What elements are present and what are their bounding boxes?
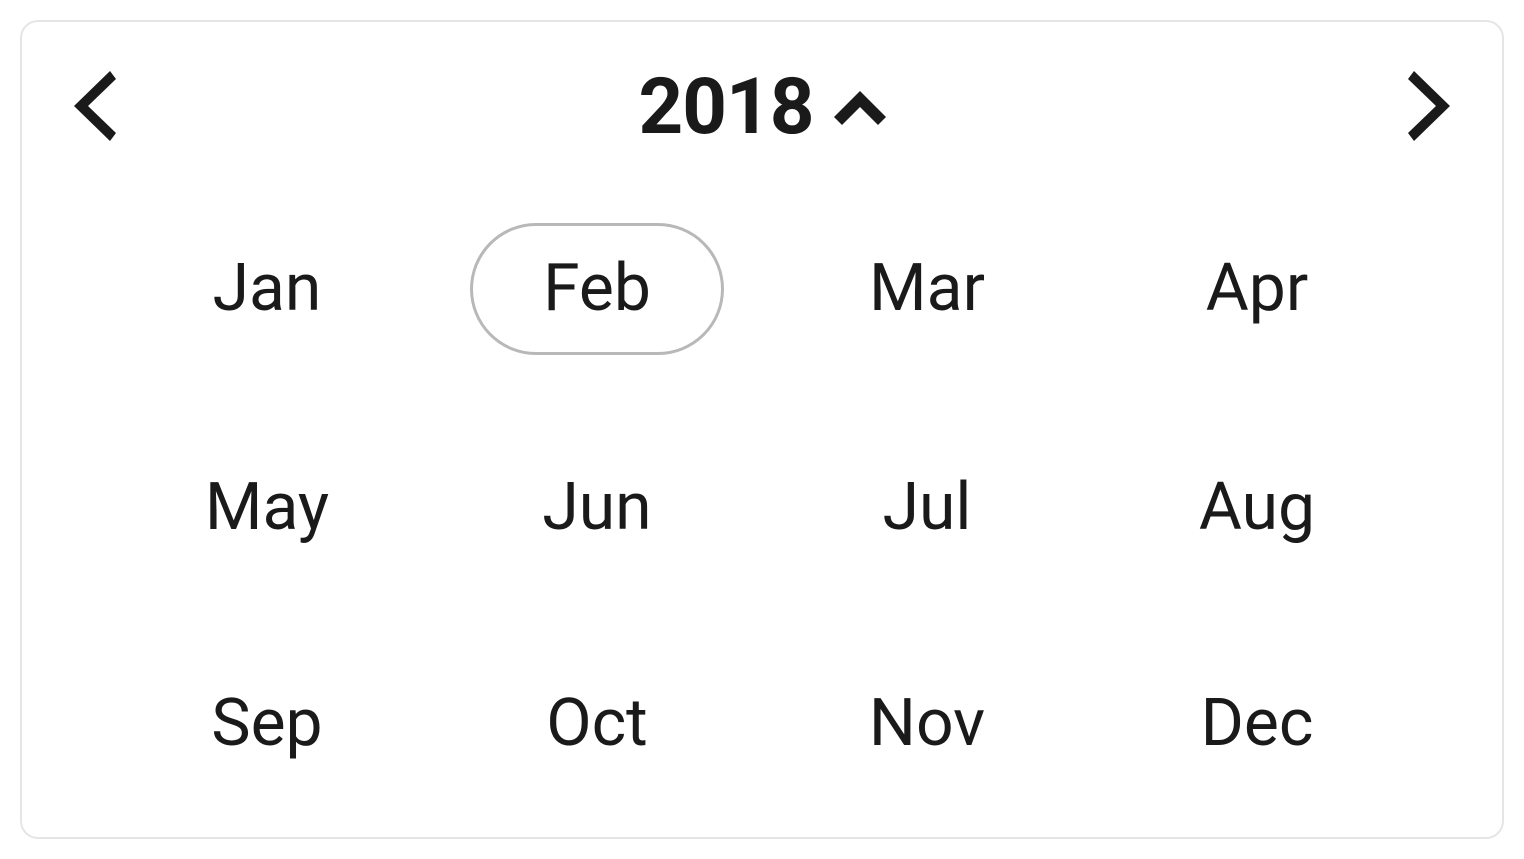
month-label: Aug [1129,445,1385,571]
month-picker-header: 2018 [72,62,1452,153]
month-picker-panel: 2018 Jan Feb Mar Apr [20,20,1504,839]
month-apr[interactable]: Apr [1092,223,1422,355]
month-aug[interactable]: Aug [1092,445,1422,571]
month-feb[interactable]: Feb [432,223,762,355]
next-year-button[interactable] [1408,71,1452,145]
month-may[interactable]: May [102,445,432,571]
month-label: May [135,445,399,571]
month-label: Feb [470,223,724,355]
year-label: 2018 [638,62,813,153]
month-mar[interactable]: Mar [762,223,1092,355]
month-jun[interactable]: Jun [432,445,762,571]
month-label: Apr [1136,226,1378,352]
month-label: Jul [813,445,1042,571]
month-label: Jun [472,445,721,571]
months-grid: Jan Feb Mar Apr May Jun Jul Aug Sep Oct [72,223,1452,787]
chevron-right-icon [1408,71,1452,145]
chevron-up-icon [834,91,886,125]
previous-year-button[interactable] [72,71,116,145]
year-toggle-button[interactable]: 2018 [638,62,885,153]
chevron-left-icon [72,71,116,145]
month-label: Jan [143,226,392,352]
month-jan[interactable]: Jan [102,223,432,355]
month-jul[interactable]: Jul [762,445,1092,571]
month-label: Mar [799,226,1055,352]
